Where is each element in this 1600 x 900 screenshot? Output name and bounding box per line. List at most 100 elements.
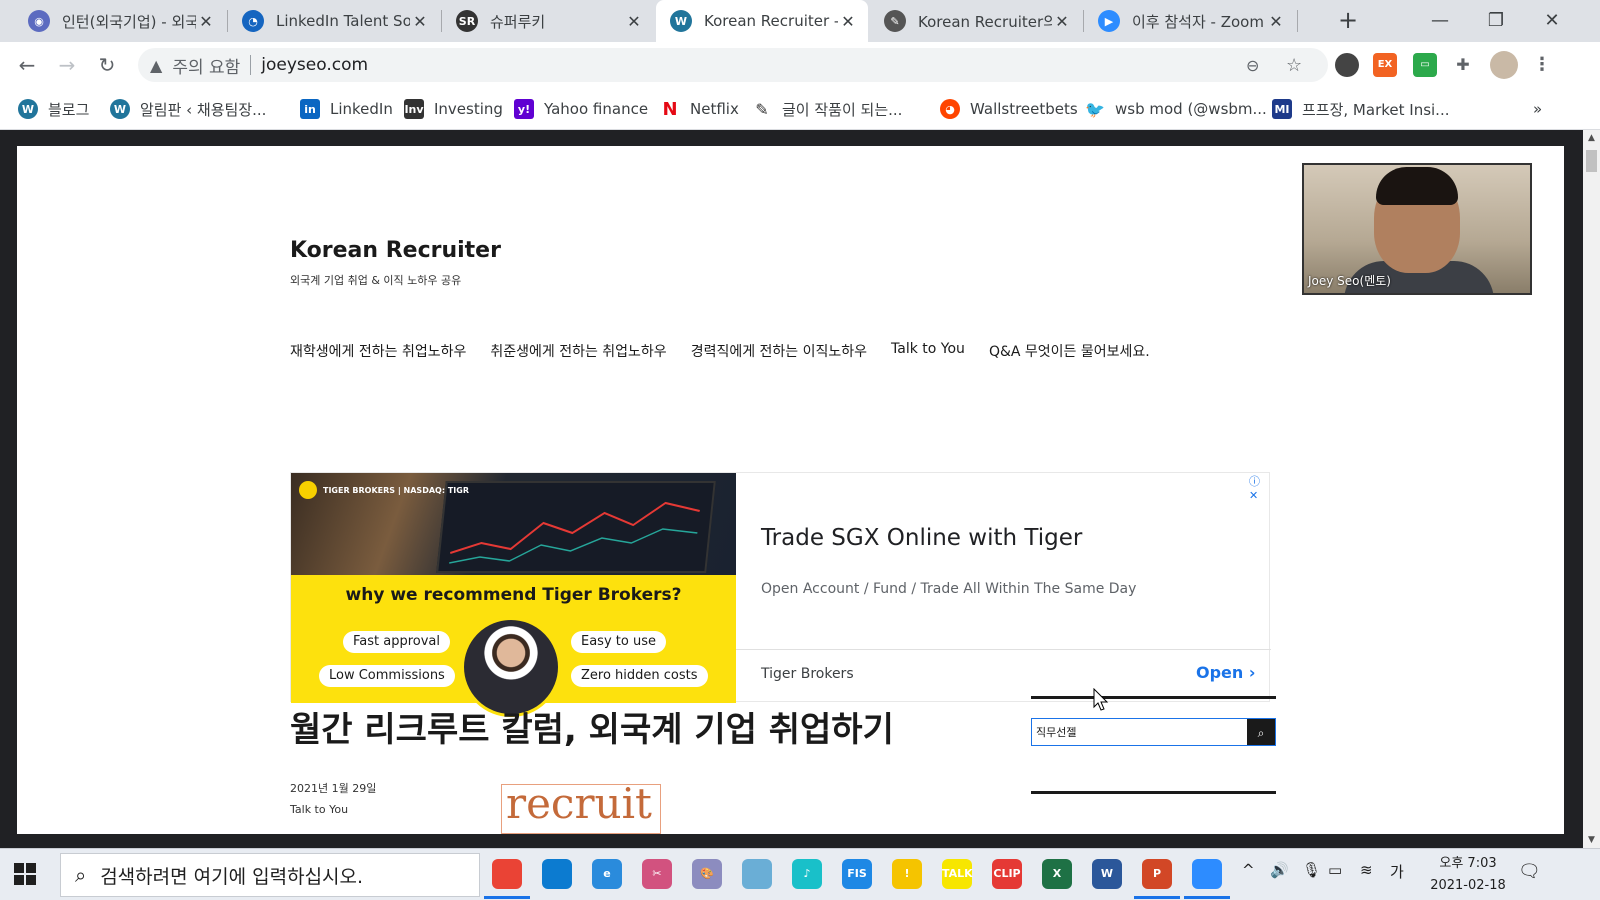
bookmark-dashboard[interactable]: W 알림판 ‹ 채용팀장... <box>110 96 266 122</box>
star-icon[interactable]: ☆ <box>1286 55 1302 76</box>
word-icon[interactable]: W <box>1092 859 1122 889</box>
search-input[interactable] <box>1032 719 1247 745</box>
snip-icon[interactable]: ✂ <box>642 859 672 889</box>
bookmark-market-insight[interactable]: MI 프프장, Market Insi... <box>1272 96 1449 122</box>
ad-open-button[interactable]: Open › <box>1196 663 1255 682</box>
bookmark-netflix[interactable]: N Netflix <box>660 96 739 122</box>
ad-image[interactable]: TIGER BROKERS | NASDAQ: TIGR why we reco… <box>291 473 736 717</box>
bookmark-wallstreetbets[interactable]: ◕ Wallstreetbets <box>940 96 1078 122</box>
ime-indicator[interactable]: 가 <box>1390 861 1404 882</box>
site-title[interactable]: Korean Recruiter <box>290 238 501 263</box>
zoom-video-tile[interactable]: Joey Seo(멘토) <box>1302 163 1532 295</box>
powerpoint-icon[interactable]: P <box>1134 859 1180 899</box>
tab-zoom[interactable]: ▶ 이후 참석자 - Zoom ✕ <box>1084 0 1296 42</box>
arrow-right-icon: → <box>58 53 76 77</box>
edge-icon[interactable] <box>542 859 572 889</box>
close-icon[interactable]: ✕ <box>196 12 216 31</box>
ad-pill: Low Commissions <box>319 665 455 687</box>
wifi-icon[interactable]: ≋ <box>1360 861 1373 879</box>
pen-icon: ✎ <box>884 10 906 32</box>
twitter-icon: 🐦 <box>1085 99 1105 119</box>
zoom-out-icon[interactable]: ⊖ <box>1246 56 1259 75</box>
scroll-up-icon[interactable]: ▲ <box>1583 130 1600 146</box>
post-thumbnail[interactable]: recruit <box>501 784 661 834</box>
zoom-icon[interactable] <box>1184 859 1230 899</box>
ad-laptop-screen <box>436 481 716 573</box>
ie-icon[interactable]: e <box>592 859 622 889</box>
primary-menu: 재학생에게 전하는 취업노하우 취준생에게 전하는 취업노하우 경력직에게 전하… <box>290 341 1150 361</box>
close-icon[interactable]: ✕ <box>1052 12 1072 31</box>
music-icon[interactable]: ♪ <box>792 859 822 889</box>
tab-label: LinkedIn Talent Solu <box>276 12 410 30</box>
microphone-icon[interactable]: 🎙 <box>1302 861 1321 879</box>
page-scrollbar[interactable]: ▲ ▼ <box>1583 130 1600 848</box>
bookmark-yahoo[interactable]: y! Yahoo finance <box>514 96 648 122</box>
kakaotalk-icon[interactable]: TALK <box>942 859 973 889</box>
start-tile <box>14 863 24 873</box>
menu-item-students[interactable]: 재학생에게 전하는 취업노하우 <box>290 341 466 361</box>
warning-icon[interactable]: ! <box>892 859 922 889</box>
close-icon[interactable]: ✕ <box>410 12 430 31</box>
new-tab-button[interactable]: + <box>1335 8 1361 34</box>
scroll-down-icon[interactable]: ▼ <box>1583 832 1600 848</box>
menu-item-jobseekers[interactable]: 취준생에게 전하는 취업노하우 <box>490 341 666 361</box>
menu-item-qa[interactable]: Q&A 무엇이든 물어보세요. <box>989 341 1150 361</box>
bookmark-investing[interactable]: Inv Investing <box>404 96 503 122</box>
wordpress-icon: W <box>670 10 692 32</box>
warning-icon: ▲ <box>150 55 163 75</box>
window-close-button[interactable]: ✕ <box>1537 6 1567 36</box>
taskbar-search[interactable]: ⌕ 검색하려면 여기에 입력하십시오. <box>60 853 480 897</box>
chevron-up-icon[interactable]: ^ <box>1242 861 1255 879</box>
tab-korean-recruiter-brunch[interactable]: ✎ Korean Recruiter의 : ✕ <box>870 0 1082 42</box>
bookmark-wsb-mod[interactable]: 🐦 wsb mod (@wsbm... <box>1085 96 1267 122</box>
extension-ex-icon[interactable]: EX <box>1373 53 1397 77</box>
puzzle-icon[interactable]: ✚ <box>1451 53 1475 77</box>
clip-icon[interactable]: CLIP <box>992 859 1022 889</box>
speaker-icon[interactable]: 🔊 <box>1270 861 1289 879</box>
extension-green-icon[interactable]: ▭ <box>1413 53 1437 77</box>
paint-icon[interactable]: 🎨 <box>692 859 722 889</box>
bookmark-brunch[interactable]: ✎ 글이 작품이 되는... <box>752 96 902 122</box>
battery-icon[interactable]: ▭ <box>1328 861 1342 879</box>
scrollbar-thumb[interactable] <box>1586 150 1597 172</box>
close-icon[interactable]: ✕ <box>838 12 858 31</box>
excel-icon[interactable]: X <box>1042 859 1072 889</box>
fis-icon[interactable]: FIS <box>842 859 872 889</box>
advertisement[interactable]: TIGER BROKERS | NASDAQ: TIGR why we reco… <box>290 472 1271 717</box>
windows-start-icon[interactable] <box>14 863 36 885</box>
bookmarks-more-button[interactable]: » <box>1533 96 1542 122</box>
sidebar-search: ⌕ <box>1031 718 1276 746</box>
close-icon[interactable]: ✕ <box>624 12 644 31</box>
menu-item-experienced[interactable]: 경력직에게 전하는 이직노하우 <box>691 341 867 361</box>
clock[interactable]: 오후 7:03 2021-02-18 <box>1418 853 1518 897</box>
tab-superookie[interactable]: SR 슈퍼루키 ✕ <box>442 0 654 42</box>
bookmark-label: Wallstreetbets <box>970 100 1078 118</box>
extension-circle-icon[interactable] <box>1335 53 1359 77</box>
notification-icon[interactable]: 🗨 <box>1518 861 1541 882</box>
address-bar[interactable]: ▲ 주의 요함 joeyseo.com ⊖ ☆ <box>138 48 1328 82</box>
bookmark-label: 프프장, Market Insi... <box>1302 100 1450 119</box>
close-icon[interactable]: ✕ <box>1266 12 1286 31</box>
post-category[interactable]: Talk to You <box>290 803 348 816</box>
bookmark-linkedin[interactable]: in LinkedIn <box>300 96 393 122</box>
back-button[interactable]: ← <box>12 50 42 80</box>
menu-kebab-icon[interactable]: ⋮ <box>1530 53 1554 77</box>
search-button[interactable]: ⌕ <box>1247 719 1275 745</box>
menu-item-talk-to-you[interactable]: Talk to You <box>891 341 965 361</box>
tab-ink[interactable]: ◉ 인턴(외국기업) - 외국 ✕ <box>14 0 226 42</box>
reload-button[interactable]: ↻ <box>92 50 122 80</box>
url-text[interactable]: joeyseo.com <box>261 55 368 75</box>
minimize-button[interactable]: — <box>1425 6 1455 36</box>
tab-linkedin-talent[interactable]: ◔ LinkedIn Talent Solu ✕ <box>228 0 440 42</box>
post-title[interactable]: 월간 리크루트 칼럼, 외국계 기업 취업하기 <box>290 702 894 751</box>
restore-button[interactable]: ❐ <box>1481 6 1511 36</box>
tab-korean-recruiter[interactable]: W Korean Recruiter - S ✕ <box>656 0 868 42</box>
avatar[interactable] <box>1490 51 1518 79</box>
notepad-icon[interactable] <box>742 859 772 889</box>
forward-button[interactable]: → <box>52 50 82 80</box>
ad-title[interactable]: Trade SGX Online with Tiger <box>761 525 1082 551</box>
chrome-icon[interactable] <box>484 859 530 899</box>
adchoices-icon[interactable]: ⓘ ✕ <box>1249 473 1269 502</box>
post-date[interactable]: 2021년 1월 29일 <box>290 780 376 796</box>
bookmark-blog[interactable]: W 블로그 <box>18 96 89 122</box>
